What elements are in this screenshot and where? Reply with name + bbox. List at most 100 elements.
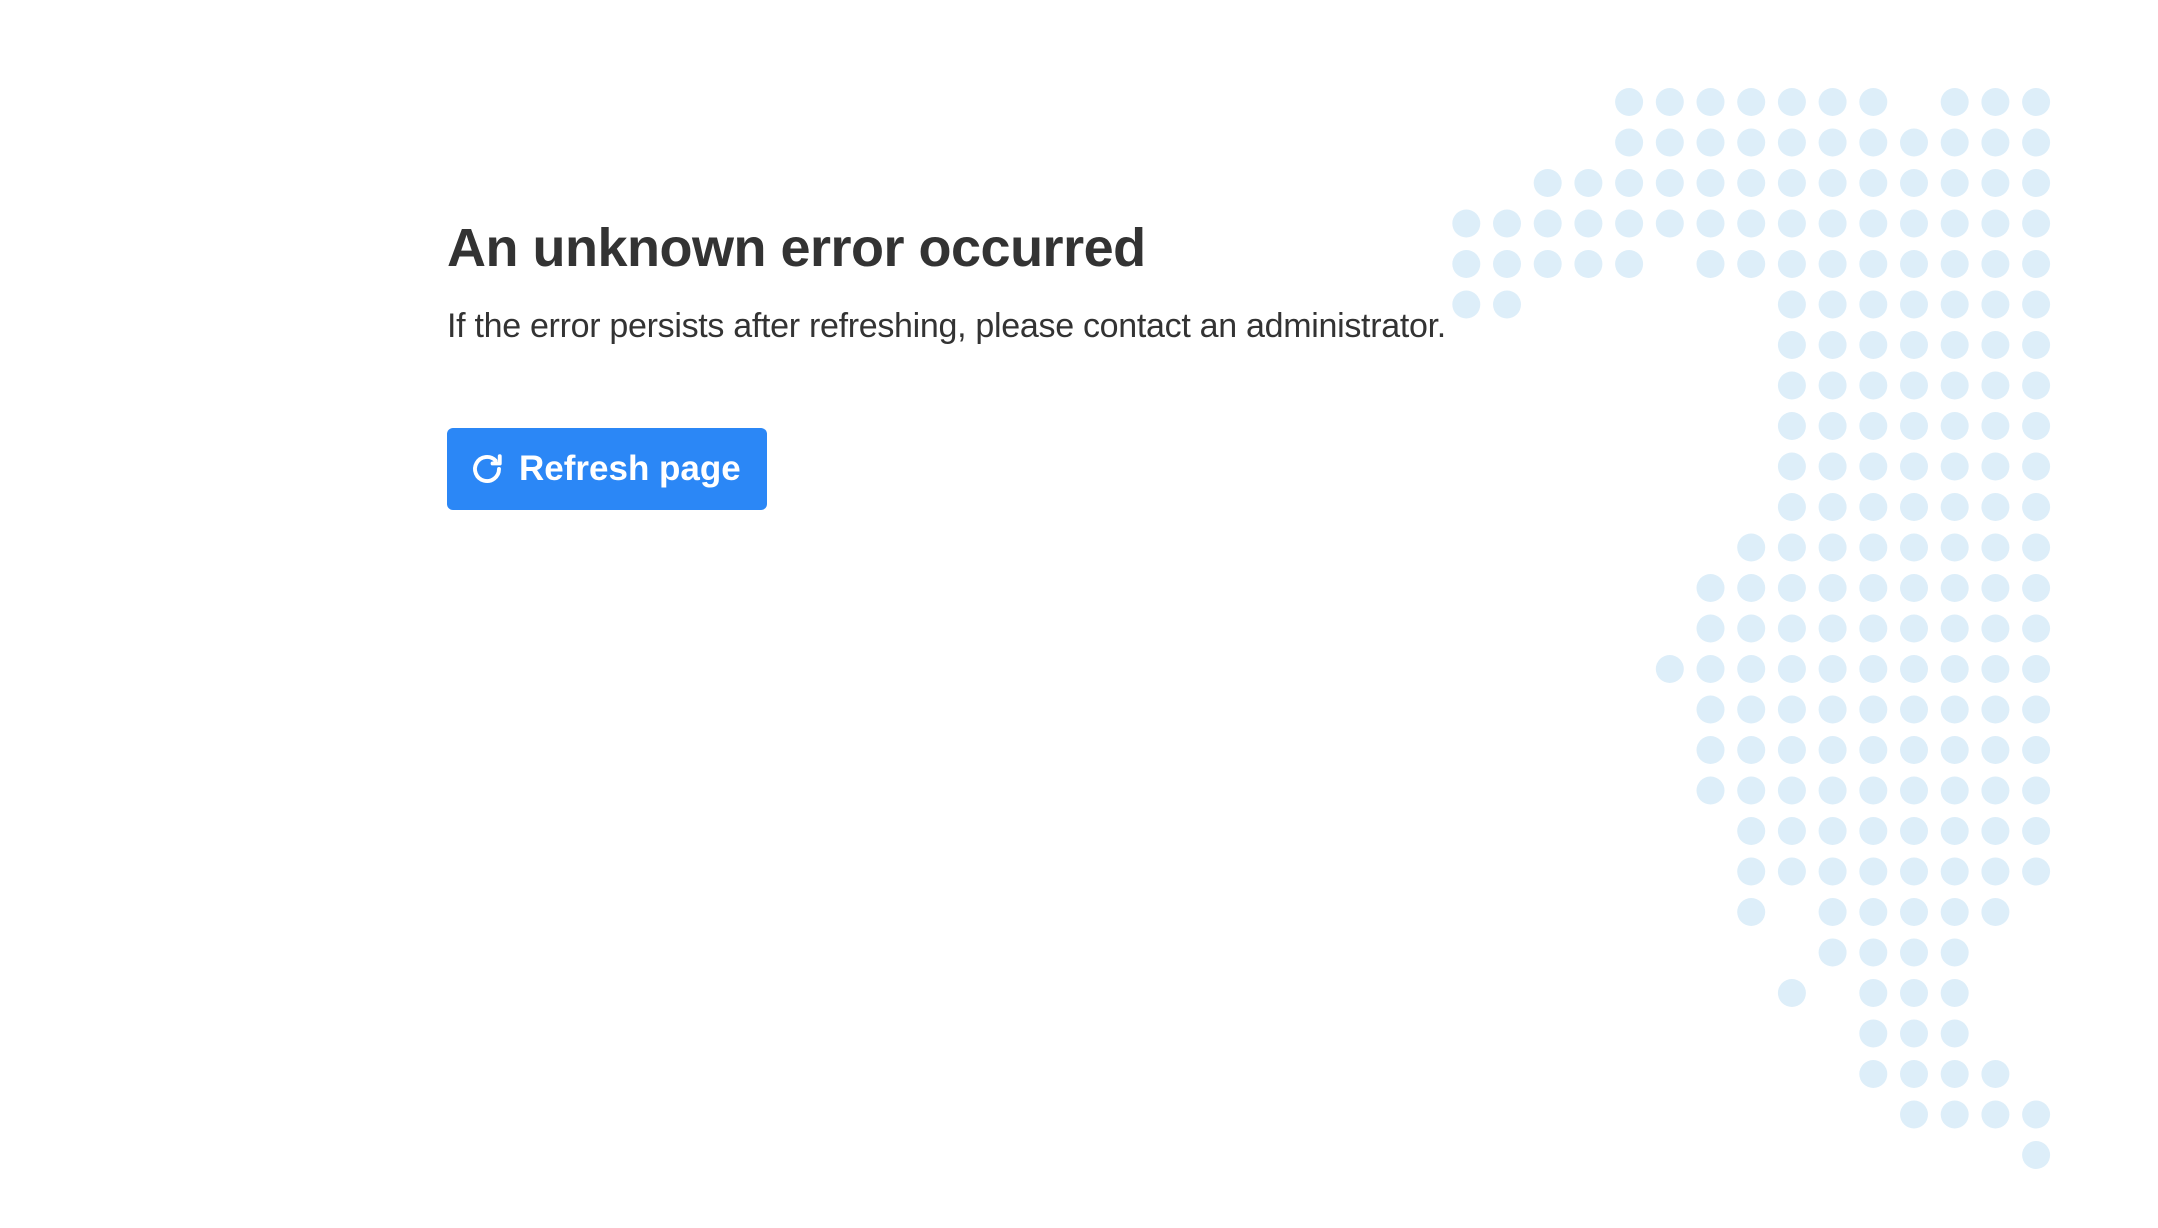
map-dot — [1900, 817, 1928, 845]
map-dot — [1818, 290, 1847, 319]
map-dot — [1940, 1100, 1969, 1129]
map-dot — [1574, 169, 1603, 197]
map-dot — [1777, 128, 1806, 157]
map-dot — [1615, 128, 1644, 157]
map-dot — [1818, 655, 1847, 683]
map-dot — [1818, 128, 1847, 157]
map-dot — [1777, 776, 1806, 805]
map-dot — [1981, 88, 2010, 116]
map-dot — [1981, 1100, 2010, 1129]
map-dot — [2022, 128, 2051, 157]
map-dot — [1777, 331, 1806, 359]
map-dot — [2022, 88, 2051, 116]
map-dot — [1940, 736, 1969, 764]
map-dot — [1940, 655, 1969, 683]
map-dot — [1900, 533, 1928, 562]
map-dot — [1777, 290, 1806, 319]
map-dot — [1859, 533, 1888, 562]
map-dot — [1859, 695, 1888, 724]
map-dot — [1859, 655, 1888, 683]
map-dot — [1615, 169, 1644, 197]
map-dot — [1737, 88, 1766, 116]
error-content: An unknown error occurred If the error p… — [447, 210, 1547, 510]
map-dot — [1859, 452, 1888, 481]
map-dot — [1696, 169, 1725, 197]
map-dot — [1900, 128, 1928, 157]
map-dot — [2022, 371, 2051, 400]
map-dot — [2022, 1141, 2051, 1169]
map-dot — [1655, 209, 1684, 238]
map-dot — [1777, 169, 1806, 197]
map-dot — [1696, 209, 1725, 238]
map-dot — [1940, 1019, 1969, 1048]
map-dot — [1981, 209, 2010, 238]
map-dot — [1859, 1060, 1888, 1088]
refresh-page-button[interactable]: Refresh page — [447, 428, 767, 510]
map-dot — [2022, 817, 2051, 845]
map-dot — [1737, 736, 1766, 764]
map-dot — [2022, 776, 2051, 805]
map-dot — [1574, 209, 1603, 238]
map-dot — [1737, 695, 1766, 724]
map-dot — [1737, 614, 1766, 643]
map-dot — [1859, 898, 1888, 926]
map-dot — [1981, 452, 2010, 481]
map-dot — [1777, 250, 1806, 278]
map-dot — [1940, 88, 1969, 116]
map-dot — [1859, 938, 1888, 967]
map-dot — [1981, 169, 2010, 197]
map-dot — [1940, 857, 1969, 886]
map-dot — [1981, 776, 2010, 805]
map-dot — [1818, 371, 1847, 400]
map-dot — [1940, 371, 1969, 400]
map-dot — [1818, 412, 1847, 440]
map-dot — [1696, 695, 1725, 724]
map-dot — [1777, 979, 1806, 1007]
map-dot — [1818, 776, 1847, 805]
map-dot — [1940, 979, 1969, 1007]
map-dot — [2022, 574, 2051, 602]
map-dot — [1900, 1060, 1928, 1088]
map-dot — [1900, 695, 1928, 724]
map-dot — [1696, 614, 1725, 643]
map-dot — [1859, 128, 1888, 157]
map-dot — [1900, 574, 1928, 602]
map-dot — [2022, 857, 2051, 886]
map-dot — [1696, 736, 1725, 764]
map-dot — [1900, 452, 1928, 481]
map-dot — [1696, 574, 1725, 602]
map-dot — [1859, 1019, 1888, 1048]
map-dot — [1859, 736, 1888, 764]
map-dot — [1818, 898, 1847, 926]
map-dot — [1859, 857, 1888, 886]
map-dot — [1940, 493, 1969, 521]
map-dot — [1859, 250, 1888, 278]
map-dot — [1777, 412, 1806, 440]
map-dot — [1900, 371, 1928, 400]
map-dot — [1818, 331, 1847, 359]
map-dot — [1737, 128, 1766, 157]
map-dot — [1615, 250, 1644, 278]
dotted-map-graphic — [1452, 88, 2051, 1169]
map-dot — [1900, 655, 1928, 683]
map-dot — [1981, 412, 2010, 440]
refresh-icon — [469, 451, 505, 487]
map-dot — [1737, 533, 1766, 562]
map-dot — [1696, 128, 1725, 157]
map-dot — [1818, 574, 1847, 602]
map-dot — [1737, 857, 1766, 886]
map-dot — [1655, 655, 1684, 683]
map-dot — [2022, 290, 2051, 319]
map-dot — [1981, 128, 2010, 157]
map-dot — [1696, 655, 1725, 683]
map-dot — [1737, 169, 1766, 197]
map-dot — [1859, 817, 1888, 845]
map-dot — [1737, 776, 1766, 805]
map-dot — [2022, 695, 2051, 724]
map-dot — [1940, 898, 1969, 926]
map-dot — [1777, 857, 1806, 886]
map-dot — [1859, 371, 1888, 400]
map-dot — [1737, 250, 1766, 278]
map-dot — [1940, 452, 1969, 481]
map-dot — [2022, 493, 2051, 521]
